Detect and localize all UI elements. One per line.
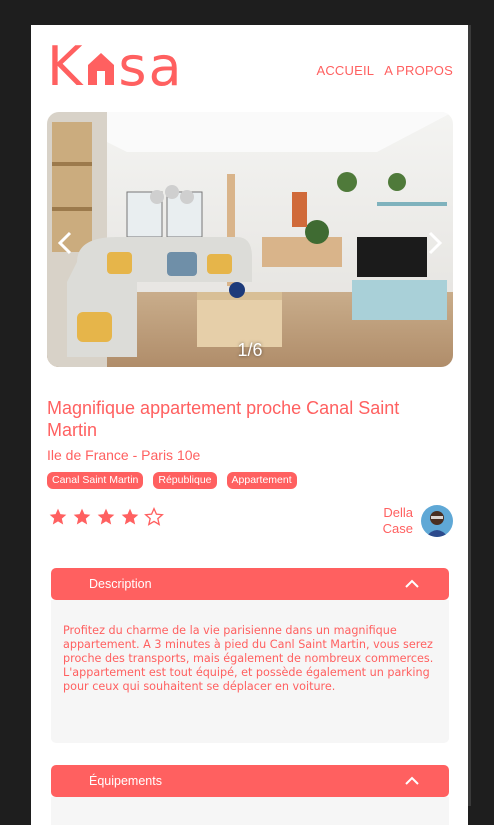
- carousel-counter: 1/6: [237, 340, 263, 360]
- tag: Canal Saint Martin: [47, 472, 144, 489]
- equipment-label: Équipements: [89, 774, 162, 788]
- listing-location: Ile de France - Paris 10e: [47, 447, 201, 463]
- description-text: Profitez du charme de la vie parisienne …: [63, 624, 434, 693]
- logo-text-left: K: [47, 35, 85, 98]
- star-empty-icon: [144, 507, 164, 526]
- main-nav: ACCUEIL A PROPOS: [316, 63, 453, 78]
- star-filled-icon: [73, 508, 91, 525]
- description-panel: Profitez du charme de la vie parisienne …: [51, 600, 449, 743]
- tag: République: [153, 472, 217, 489]
- listing-title: Magnifique appartement proche Canal Sain…: [47, 398, 400, 440]
- photo-carousel: 1/6: [47, 112, 453, 367]
- host-name: Della Case: [383, 505, 413, 537]
- tag: Appartement: [226, 472, 297, 489]
- star-filled-icon: [121, 508, 139, 525]
- chevron-left-icon[interactable]: [53, 230, 79, 256]
- nav-about-link[interactable]: A PROPOS: [384, 63, 453, 78]
- tag-list: Canal Saint Martin République Appartemen…: [47, 472, 297, 489]
- chevron-up-icon: [405, 579, 419, 588]
- house-logo-icon: [88, 53, 115, 85]
- description-toggle[interactable]: Description: [51, 568, 449, 600]
- logo-text-right: sa: [118, 35, 184, 98]
- rating-stars: [48, 507, 164, 527]
- chevron-right-icon[interactable]: [421, 230, 447, 256]
- window-edge: [468, 25, 471, 806]
- equipment-panel: [51, 797, 449, 825]
- nav-home-link[interactable]: ACCUEIL: [316, 63, 374, 78]
- listing-photo: [47, 112, 453, 367]
- host-first-name: Della: [383, 505, 413, 520]
- logo[interactable]: K sa: [47, 35, 184, 98]
- host-last-name: Case: [382, 521, 413, 536]
- host: Della Case: [383, 505, 453, 537]
- page: K sa ACCUEIL A PROPOS 1/6 Magnifique app…: [31, 25, 468, 825]
- avatar: [421, 505, 453, 537]
- description-label: Description: [89, 577, 152, 591]
- star-filled-icon: [49, 508, 67, 525]
- equipment-toggle[interactable]: Équipements: [51, 765, 449, 797]
- star-filled-icon: [97, 508, 115, 525]
- chevron-up-icon: [405, 776, 419, 785]
